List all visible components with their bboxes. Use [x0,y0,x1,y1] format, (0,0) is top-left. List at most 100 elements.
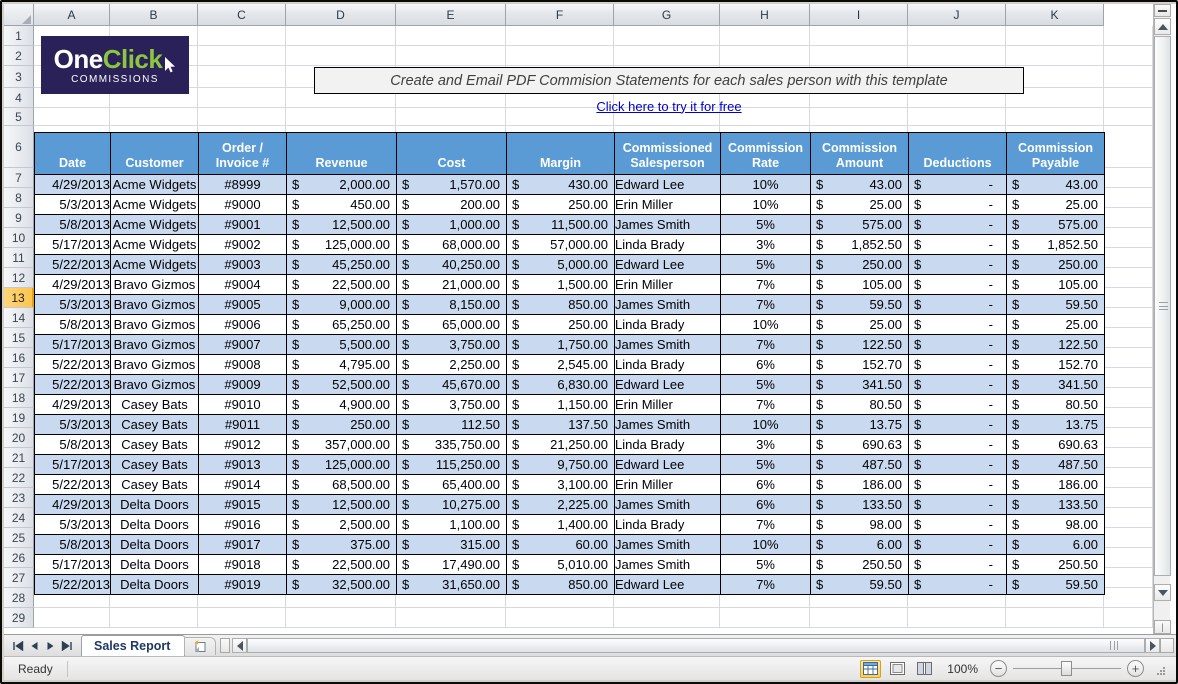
cell-rate[interactable]: 5% [721,555,811,575]
cell-invoice[interactable]: #9017 [199,535,287,555]
column-header-I[interactable]: I [810,4,908,26]
vertical-scroll-thumb[interactable] [1154,36,1171,576]
cell-salesperson[interactable]: Linda Brady [615,315,721,335]
cell-revenue[interactable]: $22,500.00 [287,275,397,295]
table-row[interactable]: 5/22/2013Delta Doors#9019$32,500.00$31,6… [35,575,1105,595]
table-row[interactable]: 5/22/2013Bravo Gizmos#9008$4,795.00$2,25… [35,355,1105,375]
cell-date[interactable]: 5/22/2013 [35,475,111,495]
horizontal-split-handle[interactable] [1160,638,1174,653]
cell-D2[interactable] [286,46,396,66]
cell-rate[interactable]: 10% [721,315,811,335]
row-header-17[interactable]: 17 [4,368,34,388]
cell-payable[interactable]: $98.00 [1007,515,1105,535]
table-row[interactable]: 4/29/2013Delta Doors#9015$12,500.00$10,2… [35,495,1105,515]
cell-margin[interactable]: $11,500.00 [507,215,615,235]
cell-deductions[interactable]: $- [909,355,1007,375]
vertical-scrollbar[interactable]: | [1153,4,1170,634]
cell-revenue[interactable]: $2,500.00 [287,515,397,535]
cell-margin[interactable]: $2,545.00 [507,355,615,375]
cell-amount[interactable]: $1,852.50 [811,235,909,255]
cell-salesperson[interactable]: Erin Miller [615,475,721,495]
cell-amount[interactable]: $25.00 [811,315,909,335]
cell-invoice[interactable]: #9008 [199,355,287,375]
cell-salesperson[interactable]: Linda Brady [615,235,721,255]
cell-payable[interactable]: $59.50 [1007,295,1105,315]
table-row[interactable]: 5/17/2013Bravo Gizmos#9007$5,500.00$3,75… [35,335,1105,355]
cell-payable[interactable]: $186.00 [1007,475,1105,495]
cell-margin[interactable]: $1,400.00 [507,515,615,535]
cell-customer[interactable]: Acme Widgets [111,235,199,255]
cell-amount[interactable]: $690.63 [811,435,909,455]
cell-rate[interactable]: 7% [721,335,811,355]
cell-payable[interactable]: $80.50 [1007,395,1105,415]
cell-revenue[interactable]: $357,000.00 [287,435,397,455]
cell-rate[interactable]: 5% [721,215,811,235]
cell-date[interactable]: 5/8/2013 [35,535,111,555]
row-header-6[interactable]: 6 [4,126,34,168]
cell-date[interactable]: 5/22/2013 [35,575,111,595]
cell-revenue[interactable]: $32,500.00 [287,575,397,595]
cell-payable[interactable]: $133.50 [1007,495,1105,515]
row-header-19[interactable]: 19 [4,408,34,428]
normal-view-button[interactable] [860,660,881,678]
cell-I29[interactable] [810,608,908,628]
row-header-16[interactable]: 16 [4,348,34,368]
cell-invoice[interactable]: #9007 [199,335,287,355]
cell-payable[interactable]: $1,852.50 [1007,235,1105,255]
cell-cost[interactable]: $10,275.00 [397,495,507,515]
cell-revenue[interactable]: $125,000.00 [287,455,397,475]
cell-customer[interactable]: Acme Widgets [111,215,199,235]
cell-salesperson[interactable]: James Smith [615,215,721,235]
cell-margin[interactable]: $1,500.00 [507,275,615,295]
cell-cost[interactable]: $3,750.00 [397,395,507,415]
cell-cost[interactable]: $200.00 [397,195,507,215]
horizontal-scrollbar[interactable] [232,638,1174,653]
cell-rate[interactable]: 6% [721,355,811,375]
row-header-7[interactable]: 7 [4,168,34,188]
try-it-free-link[interactable]: Click here to try it for free [596,99,741,114]
zoom-out-button[interactable]: − [990,660,1007,677]
table-row[interactable]: 5/22/2013Bravo Gizmos#9009$52,500.00$45,… [35,375,1105,395]
cell-rate[interactable]: 5% [721,455,811,475]
collapse-ribbon-button[interactable] [1154,4,1171,17]
cell-customer[interactable]: Delta Doors [111,555,199,575]
vertical-split-handle[interactable]: | [1154,620,1171,634]
cell-customer[interactable]: Delta Doors [111,515,199,535]
cell-revenue[interactable]: $4,795.00 [287,355,397,375]
cell-rate[interactable]: 10% [721,415,811,435]
cell-invoice[interactable]: #9005 [199,295,287,315]
cell-invoice[interactable]: #9012 [199,435,287,455]
cell-margin[interactable]: $3,100.00 [507,475,615,495]
cell-H1[interactable] [720,26,810,46]
cell-cost[interactable]: $65,400.00 [397,475,507,495]
cell-A5[interactable] [34,108,110,126]
table-row[interactable]: 5/3/2013Casey Bats#9011$250.00$112.50$13… [35,415,1105,435]
cell-E1[interactable] [396,26,506,46]
cell-salesperson[interactable]: Edward Lee [615,375,721,395]
cell-rate[interactable]: 3% [721,235,811,255]
cell-cost[interactable]: $68,000.00 [397,235,507,255]
cell-revenue[interactable]: $12,500.00 [287,495,397,515]
row-header-9[interactable]: 9 [4,208,34,228]
cell-date[interactable]: 4/29/2013 [35,495,111,515]
cell-revenue[interactable]: $9,000.00 [287,295,397,315]
cell-rate[interactable]: 6% [721,495,811,515]
cell-customer[interactable]: Casey Bats [111,435,199,455]
cell-invoice[interactable]: #9003 [199,255,287,275]
cell-revenue[interactable]: $12,500.00 [287,215,397,235]
row-header-12[interactable]: 12 [4,268,34,288]
cell-B5[interactable] [110,108,198,126]
cell-rate[interactable]: 10% [721,535,811,555]
cell-revenue[interactable]: $375.00 [287,535,397,555]
cell-amount[interactable]: $250.00 [811,255,909,275]
next-sheet-button[interactable] [44,639,57,653]
row-header-24[interactable]: 24 [4,508,34,528]
cell-margin[interactable]: $1,750.00 [507,335,615,355]
cell-customer[interactable]: Bravo Gizmos [111,335,199,355]
cell-customer[interactable]: Bravo Gizmos [111,355,199,375]
cell-deductions[interactable]: $- [909,475,1007,495]
prev-sheet-button[interactable] [28,639,41,653]
cell-amount[interactable]: $105.00 [811,275,909,295]
cell-amount[interactable]: $487.50 [811,455,909,475]
cell-deductions[interactable]: $- [909,375,1007,395]
